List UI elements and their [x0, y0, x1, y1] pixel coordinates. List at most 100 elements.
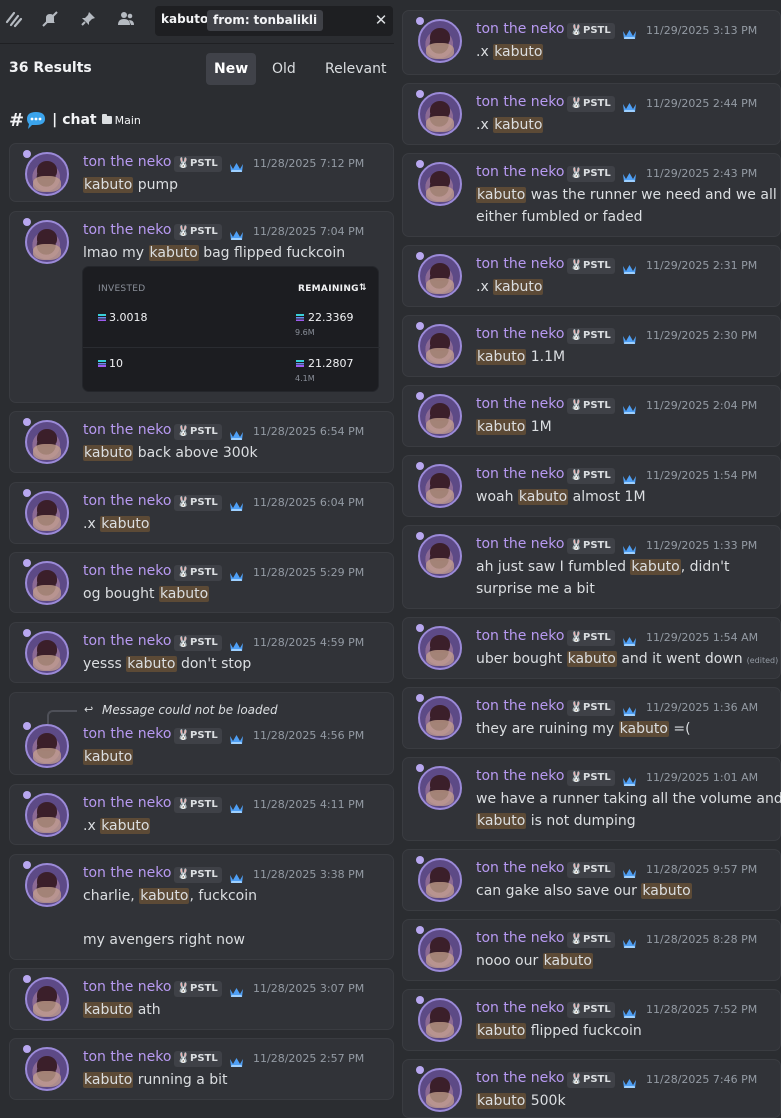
message-timestamp[interactable]: 11/28/2025 3:07 PM [253, 982, 364, 995]
message-timestamp[interactable]: 11/29/2025 2:31 PM [646, 259, 757, 272]
user-avatar[interactable] [418, 162, 462, 206]
mute-bell-icon[interactable] [38, 10, 62, 34]
message-timestamp[interactable]: 11/29/2025 2:44 PM [646, 97, 757, 110]
clan-tag-badge[interactable]: 🐰 PSTL [174, 981, 222, 997]
channel-heading[interactable]: # | chat Main [9, 108, 141, 132]
clan-tag-badge[interactable]: 🐰 PSTL [567, 166, 615, 182]
sort-tab-relevant[interactable]: Relevant [317, 53, 394, 85]
search-result-message[interactable]: ton the neko 🐰 PSTL 11/29/2025 1:54 AM uber … [402, 617, 781, 679]
username[interactable]: ton the neko [83, 865, 171, 881]
clan-tag-badge[interactable]: 🐰 PSTL [174, 635, 222, 651]
user-avatar[interactable] [25, 420, 69, 464]
search-result-message[interactable]: ton the neko 🐰 PSTL 11/28/2025 5:29 PM og bo… [9, 552, 394, 613]
clan-tag-badge[interactable]: 🐰 PSTL [174, 495, 222, 511]
search-result-message[interactable]: ton the neko 🐰 PSTL 11/29/2025 1:54 PM woah … [402, 455, 781, 517]
clan-tag-badge[interactable]: 🐰 PSTL [174, 156, 222, 172]
username[interactable]: ton the neko [83, 222, 171, 238]
user-avatar[interactable] [25, 561, 69, 605]
search-result-message[interactable]: ton the neko 🐰 PSTL 11/29/2025 2:44 PM .x ka… [402, 83, 781, 145]
username[interactable]: ton the neko [476, 628, 564, 644]
user-avatar[interactable] [418, 254, 462, 298]
username[interactable]: ton the neko [476, 1070, 564, 1086]
message-timestamp[interactable]: 11/29/2025 1:01 AM [646, 771, 758, 784]
message-timestamp[interactable]: 11/28/2025 4:59 PM [253, 636, 364, 649]
search-query[interactable]: kabuto [161, 12, 208, 26]
clan-tag-badge[interactable]: 🐰 PSTL [567, 538, 615, 554]
clan-tag-badge[interactable]: 🐰 PSTL [174, 424, 222, 440]
message-timestamp[interactable]: 11/28/2025 3:38 PM [253, 868, 364, 881]
search-result-message[interactable]: ton the neko 🐰 PSTL 11/28/2025 3:38 PM charl… [9, 854, 394, 960]
user-avatar[interactable] [418, 766, 462, 810]
message-timestamp[interactable]: 11/29/2025 1:54 AM [646, 631, 758, 644]
user-avatar[interactable] [418, 19, 462, 63]
clear-search-icon[interactable]: ✕ [371, 10, 391, 30]
username[interactable]: ton the neko [476, 466, 564, 482]
user-avatar[interactable] [25, 491, 69, 535]
username[interactable]: ton the neko [476, 94, 564, 110]
user-avatar[interactable] [25, 631, 69, 675]
reply-unavailable-notice[interactable]: Message could not be loaded [102, 703, 278, 717]
username[interactable]: ton the neko [83, 633, 171, 649]
clan-tag-badge[interactable]: 🐰 PSTL [174, 1051, 222, 1067]
search-result-message[interactable]: ton the neko 🐰 PSTL 11/29/2025 3:13 PM .x ka… [402, 10, 781, 75]
search-result-message[interactable]: ton the neko 🐰 PSTL 11/29/2025 1:33 PM ah ju… [402, 525, 781, 609]
search-result-message[interactable]: ton the neko 🐰 PSTL 11/28/2025 7:46 PM kabut… [402, 1059, 781, 1118]
clan-tag-badge[interactable]: 🐰 PSTL [567, 96, 615, 112]
trade-image-embed[interactable]: INVESTED REMAINING ⇅ 3.0018 22.3369 9.6M 10 21.… [82, 266, 380, 392]
message-timestamp[interactable]: 11/29/2025 2:43 PM [646, 167, 757, 180]
username[interactable]: ton the neko [83, 563, 171, 579]
clan-tag-badge[interactable]: 🐰 PSTL [567, 398, 615, 414]
message-timestamp[interactable]: 11/28/2025 4:56 PM [253, 729, 364, 742]
search-result-message[interactable]: ton the neko 🐰 PSTL 11/28/2025 9:57 PM can g… [402, 849, 781, 911]
username[interactable]: ton the neko [83, 795, 171, 811]
clan-tag-badge[interactable]: 🐰 PSTL [174, 224, 222, 240]
user-avatar[interactable] [418, 998, 462, 1042]
clan-tag-badge[interactable]: 🐰 PSTL [174, 867, 222, 883]
clan-tag-badge[interactable]: 🐰 PSTL [567, 932, 615, 948]
sort-tab-new[interactable]: New [206, 53, 257, 85]
clan-tag-badge[interactable]: 🐰 PSTL [567, 328, 615, 344]
clan-tag-badge[interactable]: 🐰 PSTL [567, 1072, 615, 1088]
user-avatar[interactable] [25, 220, 69, 264]
search-result-message[interactable]: ton the neko 🐰 PSTL 11/28/2025 4:59 PM yesss… [9, 622, 394, 683]
search-result-message[interactable]: ton the neko 🐰 PSTL 11/28/2025 8:28 PM nooo … [402, 919, 781, 981]
message-timestamp[interactable]: 11/28/2025 7:12 PM [253, 157, 364, 170]
user-avatar[interactable] [418, 1068, 462, 1112]
username[interactable]: ton the neko [476, 860, 564, 876]
clan-tag-badge[interactable]: 🐰 PSTL [567, 700, 615, 716]
pin-icon[interactable] [76, 10, 100, 34]
user-avatar[interactable] [418, 696, 462, 740]
user-avatar[interactable] [25, 793, 69, 837]
search-result-message[interactable]: ton the neko 🐰 PSTL 11/28/2025 7:04 PM lmao … [9, 211, 394, 403]
message-timestamp[interactable]: 11/28/2025 7:46 PM [646, 1073, 757, 1086]
username[interactable]: ton the neko [83, 1049, 171, 1065]
user-avatar[interactable] [418, 928, 462, 972]
search-result-message[interactable]: ton the neko 🐰 PSTL 11/28/2025 3:07 PM kabut… [9, 968, 394, 1030]
search-result-message[interactable]: ton the neko 🐰 PSTL 11/29/2025 2:30 PM kabut… [402, 315, 781, 377]
message-timestamp[interactable]: 11/28/2025 9:57 PM [646, 863, 757, 876]
message-timestamp[interactable]: 11/29/2025 1:33 PM [646, 539, 757, 552]
search-result-message[interactable]: ton the neko 🐰 PSTL 11/29/2025 1:36 AM they … [402, 687, 781, 749]
user-avatar[interactable] [25, 1047, 69, 1091]
message-timestamp[interactable]: 11/29/2025 2:04 PM [646, 399, 757, 412]
search-result-message[interactable]: ton the neko 🐰 PSTL 11/29/2025 2:31 PM .x ka… [402, 245, 781, 307]
message-timestamp[interactable]: 11/28/2025 6:54 PM [253, 425, 364, 438]
username[interactable]: ton the neko [476, 396, 564, 412]
sort-tab-old[interactable]: Old [264, 53, 304, 85]
message-timestamp[interactable]: 11/28/2025 4:11 PM [253, 798, 364, 811]
username[interactable]: ton the neko [83, 154, 171, 170]
clan-tag-badge[interactable]: 🐰 PSTL [567, 770, 615, 786]
user-avatar[interactable] [418, 324, 462, 368]
clan-tag-badge[interactable]: 🐰 PSTL [174, 797, 222, 813]
search-input[interactable]: kabuto from: tonbalikli ✕ [155, 6, 393, 36]
clan-tag-badge[interactable]: 🐰 PSTL [174, 728, 222, 744]
user-avatar[interactable] [418, 858, 462, 902]
search-result-message[interactable]: ton the neko 🐰 PSTL 11/28/2025 7:12 PM kabut… [9, 143, 394, 202]
message-timestamp[interactable]: 11/29/2025 3:13 PM [646, 24, 757, 37]
members-icon[interactable] [114, 10, 138, 34]
user-avatar[interactable] [418, 626, 462, 670]
message-timestamp[interactable]: 11/28/2025 7:52 PM [646, 1003, 757, 1016]
username[interactable]: ton the neko [476, 21, 564, 37]
user-avatar[interactable] [25, 863, 69, 907]
clan-tag-badge[interactable]: 🐰 PSTL [567, 468, 615, 484]
